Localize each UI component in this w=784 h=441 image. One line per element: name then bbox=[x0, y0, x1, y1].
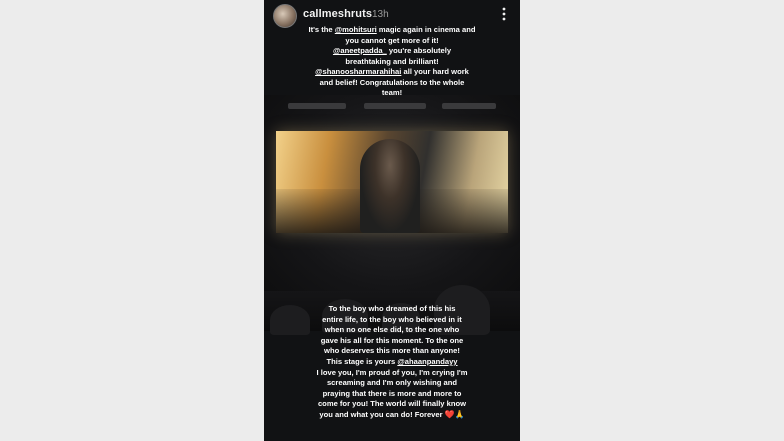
screen-figure bbox=[360, 139, 420, 233]
caption-text: This stage is yours bbox=[326, 356, 398, 366]
caption-text: It's the bbox=[308, 25, 335, 34]
caption-line: come for you! The world will finally kno… bbox=[317, 399, 467, 409]
caption-line: and belief! Congratulations to the whole bbox=[319, 77, 465, 87]
top-caption: It's the @mohitsuri magic again in cinem… bbox=[274, 25, 510, 99]
caption-line: when no one else did, to the one who bbox=[324, 325, 460, 335]
heart-icon: ❤️ bbox=[444, 409, 455, 419]
caption-line: gave his all for this moment. To the one bbox=[320, 335, 464, 345]
caption-line: breathtaking and brilliant! bbox=[345, 56, 439, 66]
page-background-left bbox=[0, 0, 264, 441]
timestamp: 13h bbox=[372, 9, 389, 20]
caption-text: all your hard work bbox=[401, 67, 469, 76]
more-options-icon[interactable] bbox=[500, 6, 508, 22]
caption-line: To the boy who dreamed of this his bbox=[328, 304, 456, 313]
caption-line: entire life, to the boy who believed in … bbox=[322, 314, 462, 324]
caption-line: who deserves this more than anyone! bbox=[324, 346, 460, 356]
ceiling-lights bbox=[264, 103, 520, 113]
mention-mohitsuri[interactable]: @mohitsuri bbox=[335, 25, 377, 34]
cinema-photo bbox=[264, 95, 520, 335]
mention-shanoosharmarahihai[interactable]: @shanoosharmarahihai bbox=[315, 67, 401, 76]
cinema-screen bbox=[276, 131, 508, 233]
page-background-right bbox=[520, 0, 784, 441]
caption-line: I love you, I'm proud of you, I'm crying… bbox=[316, 367, 468, 377]
instagram-story[interactable]: callmeshruts 13h It's the @mohitsuri mag… bbox=[264, 0, 520, 441]
praying-hands-icon: 🙏 bbox=[454, 409, 465, 419]
mention-aneetpadda[interactable]: @aneetpadda_ bbox=[333, 46, 387, 55]
caption-line: screaming and I'm only wishing and bbox=[326, 378, 458, 388]
caption-text: you and what you can do! Forever bbox=[319, 409, 445, 419]
caption-line: you cannot get more of it! bbox=[345, 35, 439, 45]
caption-text: you're absolutely bbox=[386, 46, 452, 55]
caption-line: praying that there is more and more to bbox=[322, 388, 462, 398]
username[interactable]: callmeshruts bbox=[303, 8, 372, 20]
caption-text: magic again in cinema and bbox=[376, 25, 476, 34]
bottom-caption: To the boy who dreamed of this his entir… bbox=[272, 304, 512, 421]
mention-ahaanpandayy[interactable]: @ahaanpandayy bbox=[397, 357, 457, 366]
